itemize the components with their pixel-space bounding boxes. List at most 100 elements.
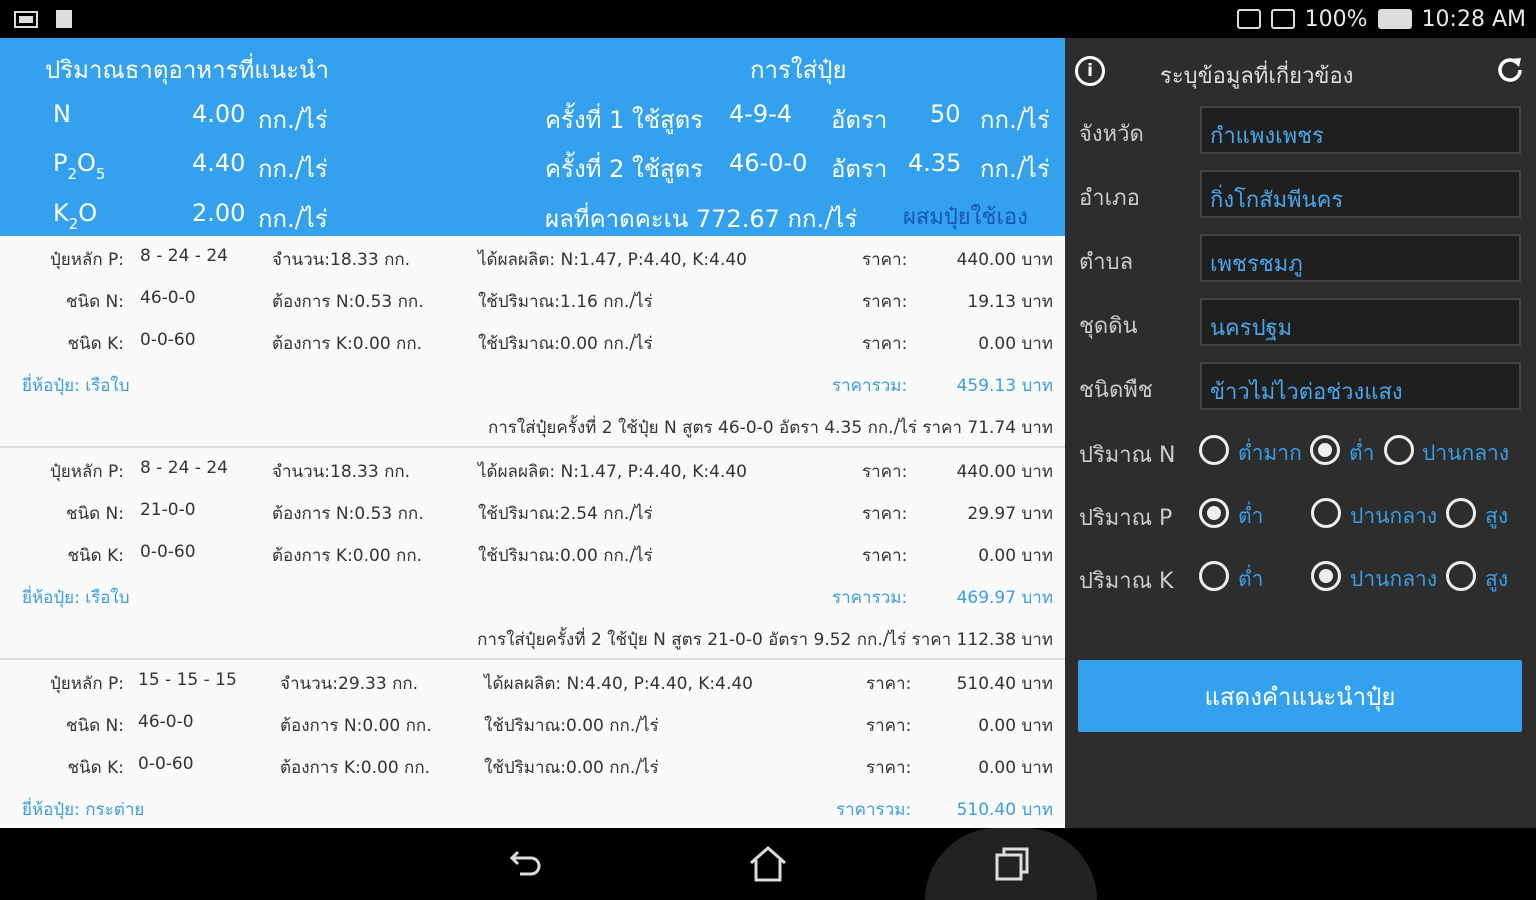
- k-level-option-1[interactable]: ปานกลาง: [1350, 563, 1437, 596]
- row-amount: ต้องการ K:0.00 กก.: [272, 334, 423, 354]
- table-row: ชนิด N: 46-0-0 ต้องการ N:0.53 กก. ใช้ปริ…: [0, 288, 1065, 312]
- row-label: ปุ๋ยหลัก P:: [49, 250, 124, 270]
- k-level-option-2[interactable]: สูง: [1485, 563, 1508, 596]
- row-amount: จำนวน:29.33 กก.: [280, 674, 419, 694]
- n-level-label: ปริมาณ N: [1079, 443, 1176, 468]
- nutrient-k-unit: กก./ไร่: [258, 205, 328, 233]
- home-icon[interactable]: [738, 838, 798, 890]
- row-amount: ต้องการ K:0.00 กก.: [272, 546, 423, 566]
- refresh-icon[interactable]: [1494, 54, 1526, 86]
- nutrient-n-value: 4.00: [192, 100, 246, 128]
- p-level-option-1[interactable]: ปานกลาง: [1350, 500, 1437, 533]
- row-price-label: ราคา:: [862, 462, 908, 482]
- mix-fertilizer-link[interactable]: ผสมปุ๋ยใช้เอง: [903, 199, 1028, 234]
- row-label: ชนิด K:: [67, 758, 124, 778]
- row-info: ใช้ปริมาณ:1.16 กก./ไร่: [478, 292, 653, 312]
- k-level-radio-0[interactable]: [1199, 561, 1229, 591]
- input-panel: i ระบุข้อมูลที่เกี่ยวข้อง จังหวัด กำแพงเ…: [1065, 38, 1536, 828]
- row-formula: 8 - 24 - 24: [140, 458, 228, 478]
- p-level-radio-2[interactable]: [1446, 498, 1476, 528]
- row-formula: 46-0-0: [140, 288, 196, 308]
- second-round-note: การใส่ปุ๋ยครั้งที่ 2 ใช้ปุ๋ย N สูตร 46-0…: [487, 418, 1053, 438]
- row-label: ชนิด K:: [67, 334, 124, 354]
- soil-series-label: ชุดดิน: [1079, 314, 1138, 339]
- nutrient-p-unit: กก./ไร่: [258, 155, 328, 183]
- crop-type-field[interactable]: ข้าวไม่ไวต่อช่วงแสง: [1200, 362, 1521, 410]
- back-icon[interactable]: [496, 838, 556, 890]
- recents-icon[interactable]: [982, 838, 1042, 890]
- round2-rate: 4.35: [908, 149, 962, 177]
- n-level-option-0[interactable]: ต่ำมาก: [1238, 437, 1302, 470]
- n-level-radio-1[interactable]: [1310, 435, 1340, 465]
- province-field[interactable]: กำแพงเพชร: [1200, 106, 1521, 154]
- show-recommendation-button[interactable]: แสดงคำแนะนำปุ๋ย: [1078, 660, 1522, 732]
- k-level-option-0[interactable]: ต่ำ: [1238, 563, 1263, 596]
- battery-percent: 100%: [1304, 6, 1368, 32]
- row-amount: จำนวน:18.33 กก.: [272, 250, 411, 270]
- nutrient-n-name: N: [53, 100, 71, 128]
- total-row: ยี่ห้อปุ๋ย: กระต่าย ราคารวม: 510.40 บาท: [0, 796, 1065, 820]
- subdistrict-field[interactable]: เพชรชมภู: [1200, 234, 1521, 282]
- subdistrict-label: ตำบล: [1079, 250, 1134, 275]
- n-level-radio-0[interactable]: [1199, 435, 1229, 465]
- p-level-radio-0[interactable]: [1199, 498, 1229, 528]
- district-label: อำเภอ: [1079, 186, 1140, 211]
- row-price-label: ราคา:: [862, 546, 908, 566]
- k-level-group: ปริมาณ K ต่ำ ปานกลาง สูง: [1079, 557, 1524, 597]
- n-level-option-2[interactable]: ปานกลาง: [1422, 437, 1509, 470]
- nutrient-k-value: 2.00: [192, 199, 246, 227]
- row-formula: 21-0-0: [140, 500, 196, 520]
- info-icon[interactable]: i: [1075, 56, 1105, 86]
- row-price-label: ราคา:: [862, 504, 908, 524]
- nutrient-n-unit: กก./ไร่: [258, 106, 328, 134]
- row-amount: จำนวน:18.33 กก.: [272, 462, 411, 482]
- district-field[interactable]: กิ่งโกสัมพีนคร: [1200, 170, 1521, 218]
- row-amount: ต้องการ N:0.53 กก.: [272, 504, 424, 524]
- p-level-group: ปริมาณ P ต่ำ ปานกลาง สูง: [1079, 494, 1524, 534]
- total-label: ราคารวม:: [832, 588, 908, 608]
- clock: 10:28 AM: [1421, 6, 1526, 32]
- row-info: ได้ผลผลิต: N:4.40, P:4.40, K:4.40: [484, 674, 753, 694]
- row-label: ชนิด N:: [65, 716, 124, 736]
- round2-rate-label: อัตรา: [831, 155, 888, 183]
- row-price-label: ราคา:: [866, 758, 912, 778]
- row-info: ใช้ปริมาณ:0.00 กก./ไร่: [478, 334, 653, 354]
- fertilizer-option: ปุ๋ยหลัก P: 8 - 24 - 24 จำนวน:18.33 กก. …: [0, 448, 1065, 660]
- summary-header: ปริมาณธาตุอาหารที่แนะนำ N 4.00 กก./ไร่ P…: [0, 38, 1065, 236]
- table-row: ชนิด K: 0-0-60 ต้องการ K:0.00 กก. ใช้ปริ…: [0, 330, 1065, 354]
- row-price-label: ราคา:: [866, 674, 912, 694]
- nutrient-p-value: 4.40: [192, 149, 246, 177]
- n-level-option-1[interactable]: ต่ำ: [1349, 437, 1374, 470]
- fertilizer-options: ปุ๋ยหลัก P: 8 - 24 - 24 จำนวน:18.33 กก. …: [0, 236, 1065, 828]
- row-price: 0.00 บาท: [978, 334, 1053, 354]
- no-sim-icon: [1270, 9, 1295, 29]
- table-row: ชนิด N: 21-0-0 ต้องการ N:0.53 กก. ใช้ปริ…: [0, 500, 1065, 524]
- row-info: ใช้ปริมาณ:0.00 กก./ไร่: [484, 758, 659, 778]
- round1-rate: 50: [930, 100, 961, 128]
- row-formula: 0-0-60: [140, 542, 196, 562]
- crop-type-label: ชนิดพืช: [1079, 378, 1153, 403]
- p-level-option-0[interactable]: ต่ำ: [1238, 500, 1263, 533]
- fertilizer-option: ปุ๋ยหลัก P: 8 - 24 - 24 จำนวน:18.33 กก. …: [0, 236, 1065, 448]
- total-label: ราคารวม:: [832, 376, 908, 396]
- n-level-group: ปริมาณ N ต่ำมาก ต่ำ ปานกลาง: [1079, 431, 1524, 471]
- p-level-radio-1[interactable]: [1311, 498, 1341, 528]
- round2-unit: กก./ไร่: [980, 155, 1050, 183]
- table-row: ปุ๋ยหลัก P: 15 - 15 - 15 จำนวน:29.33 กก.…: [0, 670, 1065, 694]
- photo-icon: [14, 11, 38, 28]
- row-info: ใช้ปริมาณ:0.00 กก./ไร่: [478, 546, 653, 566]
- k-level-radio-2[interactable]: [1446, 561, 1476, 591]
- row-info: ใช้ปริมาณ:2.54 กก./ไร่: [478, 504, 653, 524]
- soil-series-field[interactable]: นครปฐม: [1200, 298, 1521, 346]
- round2-formula: 46-0-0: [729, 149, 808, 177]
- row-formula: 15 - 15 - 15: [138, 670, 237, 690]
- k-level-radio-1[interactable]: [1311, 561, 1341, 591]
- row-price-label: ราคา:: [862, 292, 908, 312]
- p-level-option-2[interactable]: สูง: [1485, 500, 1508, 533]
- row-formula: 8 - 24 - 24: [140, 246, 228, 266]
- total-price: 510.40 บาท: [956, 800, 1053, 820]
- table-row: ปุ๋ยหลัก P: 8 - 24 - 24 จำนวน:18.33 กก. …: [0, 458, 1065, 482]
- n-level-radio-2[interactable]: [1384, 435, 1414, 465]
- total-row: ยี่ห้อปุ๋ย: เรือใบ ราคารวม: 469.97 บาท: [0, 584, 1065, 608]
- row-amount: ต้องการ N:0.53 กก.: [272, 292, 424, 312]
